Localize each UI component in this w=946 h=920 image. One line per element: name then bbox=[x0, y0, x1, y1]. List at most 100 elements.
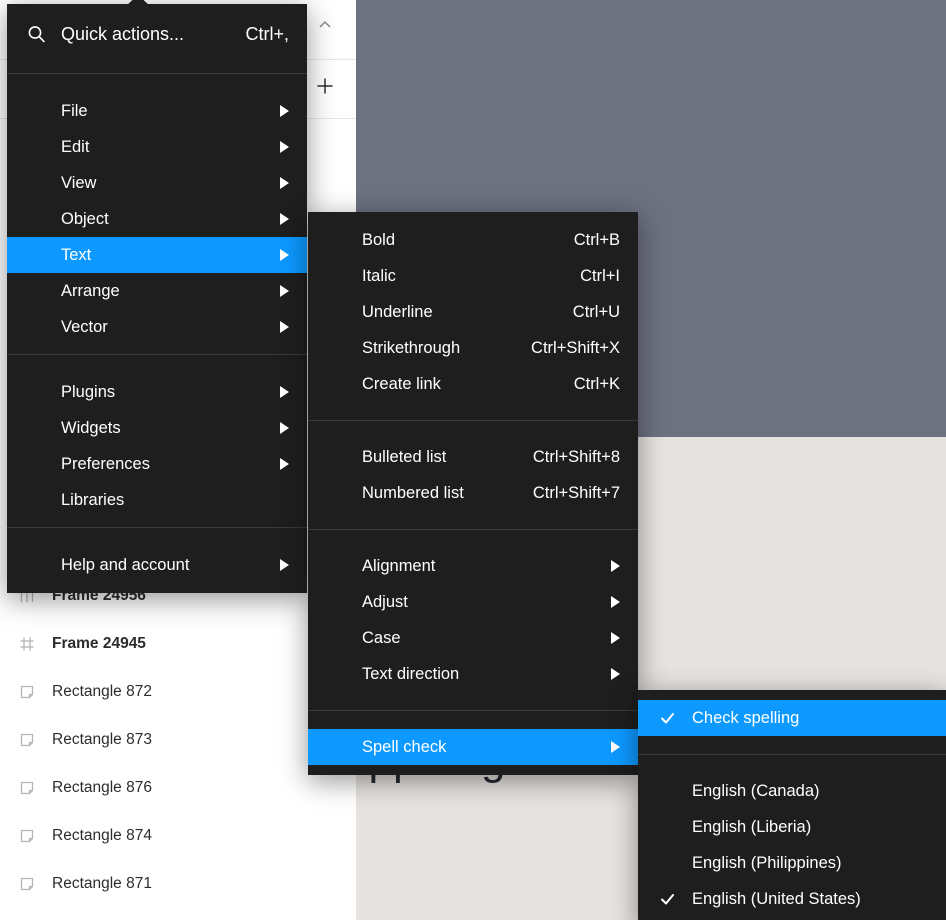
text-menu-item-create-link[interactable]: Create link Ctrl+K bbox=[308, 366, 638, 402]
layer-row[interactable]: Frame 24945 bbox=[0, 620, 356, 668]
layer-name: Rectangle 872 bbox=[52, 683, 152, 700]
menu-item-label: Bold bbox=[362, 230, 396, 249]
text-menu-item-adjust[interactable]: Adjust bbox=[308, 584, 638, 620]
layer-row[interactable]: Rectangle 871 bbox=[0, 860, 356, 908]
text-menu-item-bold[interactable]: Bold Ctrl+B bbox=[308, 222, 638, 258]
rectangle-corner-icon bbox=[18, 778, 42, 798]
menu-item-arrange[interactable]: Arrange bbox=[7, 273, 307, 309]
menu-item-shortcut: Ctrl+K bbox=[573, 374, 620, 393]
menu-item-label: Plugins bbox=[61, 382, 116, 401]
text-menu-item-alignment[interactable]: Alignment bbox=[308, 548, 638, 584]
text-submenu-group-1: Bold Ctrl+B Italic Ctrl+I Underline Ctrl+U Str… bbox=[308, 222, 638, 402]
menu-item-help-and-account[interactable]: Help and account bbox=[7, 547, 307, 583]
spell-menu-item-english-united-states[interactable]: English (United States) bbox=[638, 881, 946, 917]
menu-item-label: Underline bbox=[362, 302, 433, 321]
layer-row[interactable]: Rectangle 873 bbox=[0, 716, 356, 764]
submenu-arrow-icon bbox=[280, 285, 289, 297]
menu-item-label: Check spelling bbox=[692, 708, 800, 727]
spell-check-group-2: English (Canada) English (Liberia) English… bbox=[638, 773, 946, 917]
frame-grid-icon bbox=[18, 634, 42, 654]
layer-name: Rectangle 873 bbox=[52, 731, 152, 748]
menu-divider bbox=[308, 710, 638, 711]
submenu-arrow-icon bbox=[280, 177, 289, 189]
menu-item-label: Text bbox=[61, 245, 92, 264]
menu-item-object[interactable]: Object bbox=[7, 201, 307, 237]
menu-item-edit[interactable]: Edit bbox=[7, 129, 307, 165]
menu-item-text[interactable]: Text bbox=[7, 237, 307, 273]
submenu-arrow-icon bbox=[280, 559, 289, 571]
layer-row[interactable]: Rectangle 874 bbox=[0, 812, 356, 860]
menu-divider bbox=[7, 73, 307, 74]
menu-item-shortcut: Ctrl+Shift+7 bbox=[532, 483, 620, 502]
menu-item-label: Case bbox=[362, 628, 401, 647]
menu-item-label: Quick actions... bbox=[61, 23, 185, 44]
chevron-up-icon[interactable] bbox=[318, 18, 332, 32]
spell-menu-item-english-liberia[interactable]: English (Liberia) bbox=[638, 809, 946, 845]
text-menu-item-text-direction[interactable]: Text direction bbox=[308, 656, 638, 692]
menu-item-widgets[interactable]: Widgets bbox=[7, 410, 307, 446]
text-menu-item-case[interactable]: Case bbox=[308, 620, 638, 656]
submenu-arrow-icon bbox=[280, 321, 289, 333]
menu-item-label: Bulleted list bbox=[362, 447, 447, 466]
menu-item-label: View bbox=[61, 173, 97, 192]
menu-item-label: Arrange bbox=[61, 281, 120, 300]
rectangle-corner-icon bbox=[18, 730, 42, 750]
layer-name: Rectangle 876 bbox=[52, 779, 152, 796]
menu-item-label: Vector bbox=[61, 317, 108, 336]
menu-divider bbox=[7, 527, 307, 528]
menu-item-label: English (United States) bbox=[692, 889, 861, 908]
spell-check-group-1: Check spelling bbox=[638, 700, 946, 736]
menu-item-file[interactable]: File bbox=[7, 93, 307, 129]
menu-item-label: Text direction bbox=[362, 664, 460, 683]
menu-item-label: Adjust bbox=[362, 592, 408, 611]
submenu-arrow-icon bbox=[611, 668, 620, 680]
main-menu-group-2: Plugins Widgets Preferences Libraries bbox=[7, 374, 307, 518]
submenu-arrow-icon bbox=[280, 422, 289, 434]
menu-item-label: English (Liberia) bbox=[692, 817, 812, 836]
text-menu-item-numbered-list[interactable]: Numbered list Ctrl+Shift+7 bbox=[308, 475, 638, 511]
menu-divider bbox=[308, 420, 638, 421]
menu-item-view[interactable]: View bbox=[7, 165, 307, 201]
menu-item-preferences[interactable]: Preferences bbox=[7, 446, 307, 482]
text-menu-item-spell-check[interactable]: Spell check bbox=[308, 729, 638, 765]
text-menu-item-italic[interactable]: Italic Ctrl+I bbox=[308, 258, 638, 294]
menu-item-label: Widgets bbox=[61, 418, 121, 437]
text-menu-item-strikethrough[interactable]: Strikethrough Ctrl+Shift+X bbox=[308, 330, 638, 366]
menu-item-label: Strikethrough bbox=[362, 338, 461, 357]
text-menu-item-bulleted-list[interactable]: Bulleted list Ctrl+Shift+8 bbox=[308, 439, 638, 475]
layer-row[interactable]: Rectangle 872 bbox=[0, 668, 356, 716]
spell-menu-item-english-canada[interactable]: English (Canada) bbox=[638, 773, 946, 809]
plus-icon[interactable] bbox=[315, 76, 335, 96]
submenu-arrow-icon bbox=[611, 741, 620, 753]
checkmark-icon bbox=[660, 892, 675, 907]
menu-item-label: Italic bbox=[362, 266, 396, 285]
menu-divider bbox=[7, 354, 307, 355]
menu-item-label: Edit bbox=[61, 137, 90, 156]
menu-item-shortcut: Ctrl+I bbox=[580, 266, 620, 285]
spell-check-submenu-popup[interactable]: Check spelling English (Canada) English (… bbox=[638, 690, 946, 920]
rectangle-corner-icon bbox=[18, 874, 42, 894]
text-menu-item-underline[interactable]: Underline Ctrl+U bbox=[308, 294, 638, 330]
submenu-arrow-icon bbox=[280, 386, 289, 398]
menu-item-quick-actions[interactable]: Quick actions... Ctrl+, bbox=[7, 4, 307, 64]
main-menu-popup[interactable]: Quick actions... Ctrl+, File Edit View Obje… bbox=[7, 0, 307, 593]
menu-item-shortcut: Ctrl+U bbox=[572, 302, 620, 321]
rectangle-corner-icon bbox=[18, 826, 42, 846]
submenu-arrow-icon bbox=[280, 105, 289, 117]
main-menu-group-1: File Edit View Object Text Arrange Vector bbox=[7, 93, 307, 345]
menu-item-vector[interactable]: Vector bbox=[7, 309, 307, 345]
text-submenu-group-2: Bulleted list Ctrl+Shift+8 Numbered list Ct… bbox=[308, 439, 638, 511]
menu-item-label: English (Canada) bbox=[692, 781, 820, 800]
submenu-arrow-icon bbox=[280, 213, 289, 225]
text-submenu-popup[interactable]: Bold Ctrl+B Italic Ctrl+I Underline Ctrl+U Str… bbox=[308, 212, 638, 775]
spell-menu-item-english-philippines[interactable]: English (Philippines) bbox=[638, 845, 946, 881]
menu-item-libraries[interactable]: Libraries bbox=[7, 482, 307, 518]
menu-item-plugins[interactable]: Plugins bbox=[7, 374, 307, 410]
main-menu-group-3: Help and account bbox=[7, 547, 307, 583]
menu-item-shortcut: Ctrl+B bbox=[573, 230, 620, 249]
menu-item-shortcut: Ctrl+Shift+8 bbox=[532, 447, 620, 466]
submenu-arrow-icon bbox=[611, 560, 620, 572]
spell-menu-item-check-spelling[interactable]: Check spelling bbox=[638, 700, 946, 736]
layer-name: Rectangle 874 bbox=[52, 827, 152, 844]
layer-row[interactable]: Rectangle 876 bbox=[0, 764, 356, 812]
